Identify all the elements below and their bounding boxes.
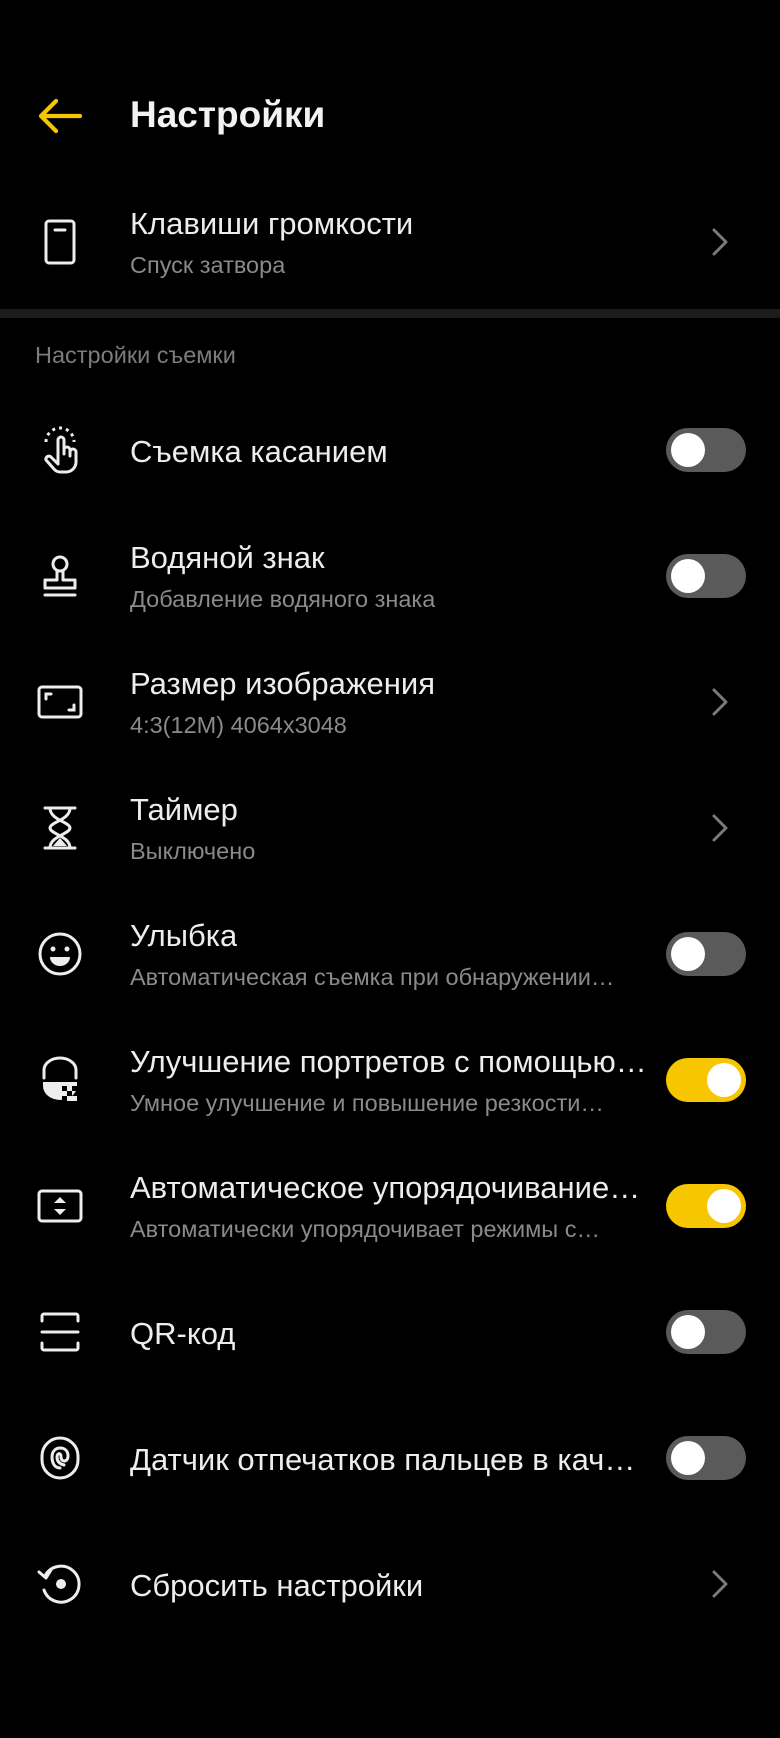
- sort-icon: [32, 1178, 88, 1234]
- fingerprint-toggle[interactable]: [666, 1436, 746, 1480]
- frame-icon: [32, 674, 88, 730]
- setting-title: Сбросить настройки: [130, 1568, 424, 1603]
- setting-title: Клавиши громкости: [130, 206, 414, 241]
- setting-title: Водяной знак: [130, 540, 325, 575]
- setting-smile[interactable]: Улыбка Автоматическая съемка при обнаруж…: [0, 914, 780, 994]
- setting-title: QR-код: [130, 1316, 236, 1351]
- touch-shot-toggle[interactable]: [666, 428, 746, 472]
- setting-subtitle: Добавление водяного знака: [130, 586, 436, 612]
- setting-watermark[interactable]: Водяной знак Добавление водяного знака: [0, 536, 780, 616]
- qr-code-toggle[interactable]: [666, 1310, 746, 1354]
- section-label: Настройки съемки: [35, 342, 236, 368]
- setting-volume-keys[interactable]: Клавиши громкости Спуск затвора: [0, 196, 780, 288]
- section-divider: [0, 309, 780, 318]
- chevron-right-icon: [708, 225, 732, 259]
- setting-title: Улучшение портретов с помощью…: [130, 1044, 647, 1079]
- setting-auto-sort[interactable]: Автоматическое упорядочивание… Автоматич…: [0, 1166, 780, 1246]
- toggle-knob: [671, 559, 705, 593]
- chevron-right-icon: [708, 811, 732, 845]
- setting-qr-code[interactable]: QR-код: [0, 1292, 780, 1372]
- portrait-enhance-icon: [32, 1052, 88, 1108]
- setting-title: Таймер: [130, 792, 238, 827]
- setting-subtitle: Автоматическая съемка при обнаружении…: [130, 964, 615, 990]
- back-arrow-icon: [38, 98, 83, 134]
- hourglass-icon: [32, 800, 88, 856]
- toggle-knob: [671, 433, 705, 467]
- app-header: Настройки: [0, 60, 780, 172]
- fingerprint-icon: [32, 1430, 88, 1486]
- toggle-knob: [707, 1063, 741, 1097]
- setting-subtitle: Спуск затвора: [130, 252, 286, 278]
- back-button[interactable]: [28, 86, 92, 146]
- qr-scan-icon: [32, 1304, 88, 1360]
- toggle-knob: [707, 1189, 741, 1223]
- smile-icon: [32, 926, 88, 982]
- setting-reset[interactable]: Сбросить настройки: [0, 1544, 780, 1624]
- auto-sort-toggle[interactable]: [666, 1184, 746, 1228]
- phone-icon: [32, 214, 88, 270]
- watermark-toggle[interactable]: [666, 554, 746, 598]
- reset-icon: [32, 1556, 88, 1612]
- toggle-knob: [671, 1315, 705, 1349]
- touch-icon: [32, 422, 88, 478]
- stamp-icon: [32, 548, 88, 604]
- setting-subtitle: 4:3(12M) 4064x3048: [130, 712, 347, 738]
- setting-image-size[interactable]: Размер изображения 4:3(12M) 4064x3048: [0, 662, 780, 742]
- setting-title: Автоматическое упорядочивание…: [130, 1170, 641, 1205]
- chevron-right-icon: [708, 1567, 732, 1601]
- page-title: Настройки: [130, 94, 326, 135]
- toggle-knob: [671, 937, 705, 971]
- setting-fingerprint[interactable]: Датчик отпечатков пальцев в кач…: [0, 1418, 780, 1498]
- chevron-right-icon: [708, 685, 732, 719]
- setting-title: Датчик отпечатков пальцев в кач…: [130, 1442, 636, 1477]
- portrait-enhance-toggle[interactable]: [666, 1058, 746, 1102]
- setting-title: Улыбка: [130, 918, 238, 953]
- setting-subtitle: Выключено: [130, 838, 256, 864]
- toggle-knob: [671, 1441, 705, 1475]
- setting-touch-shot[interactable]: Съемка касанием: [0, 410, 780, 490]
- setting-portrait-enhance[interactable]: Улучшение портретов с помощью… Умное улу…: [0, 1040, 780, 1120]
- setting-title: Размер изображения: [130, 666, 436, 701]
- setting-title: Съемка касанием: [130, 434, 388, 469]
- setting-subtitle: Умное улучшение и повышение резкости…: [130, 1090, 604, 1116]
- setting-subtitle: Автоматически упорядочивает режимы с…: [130, 1216, 600, 1242]
- smile-toggle[interactable]: [666, 932, 746, 976]
- setting-timer[interactable]: Таймер Выключено: [0, 788, 780, 868]
